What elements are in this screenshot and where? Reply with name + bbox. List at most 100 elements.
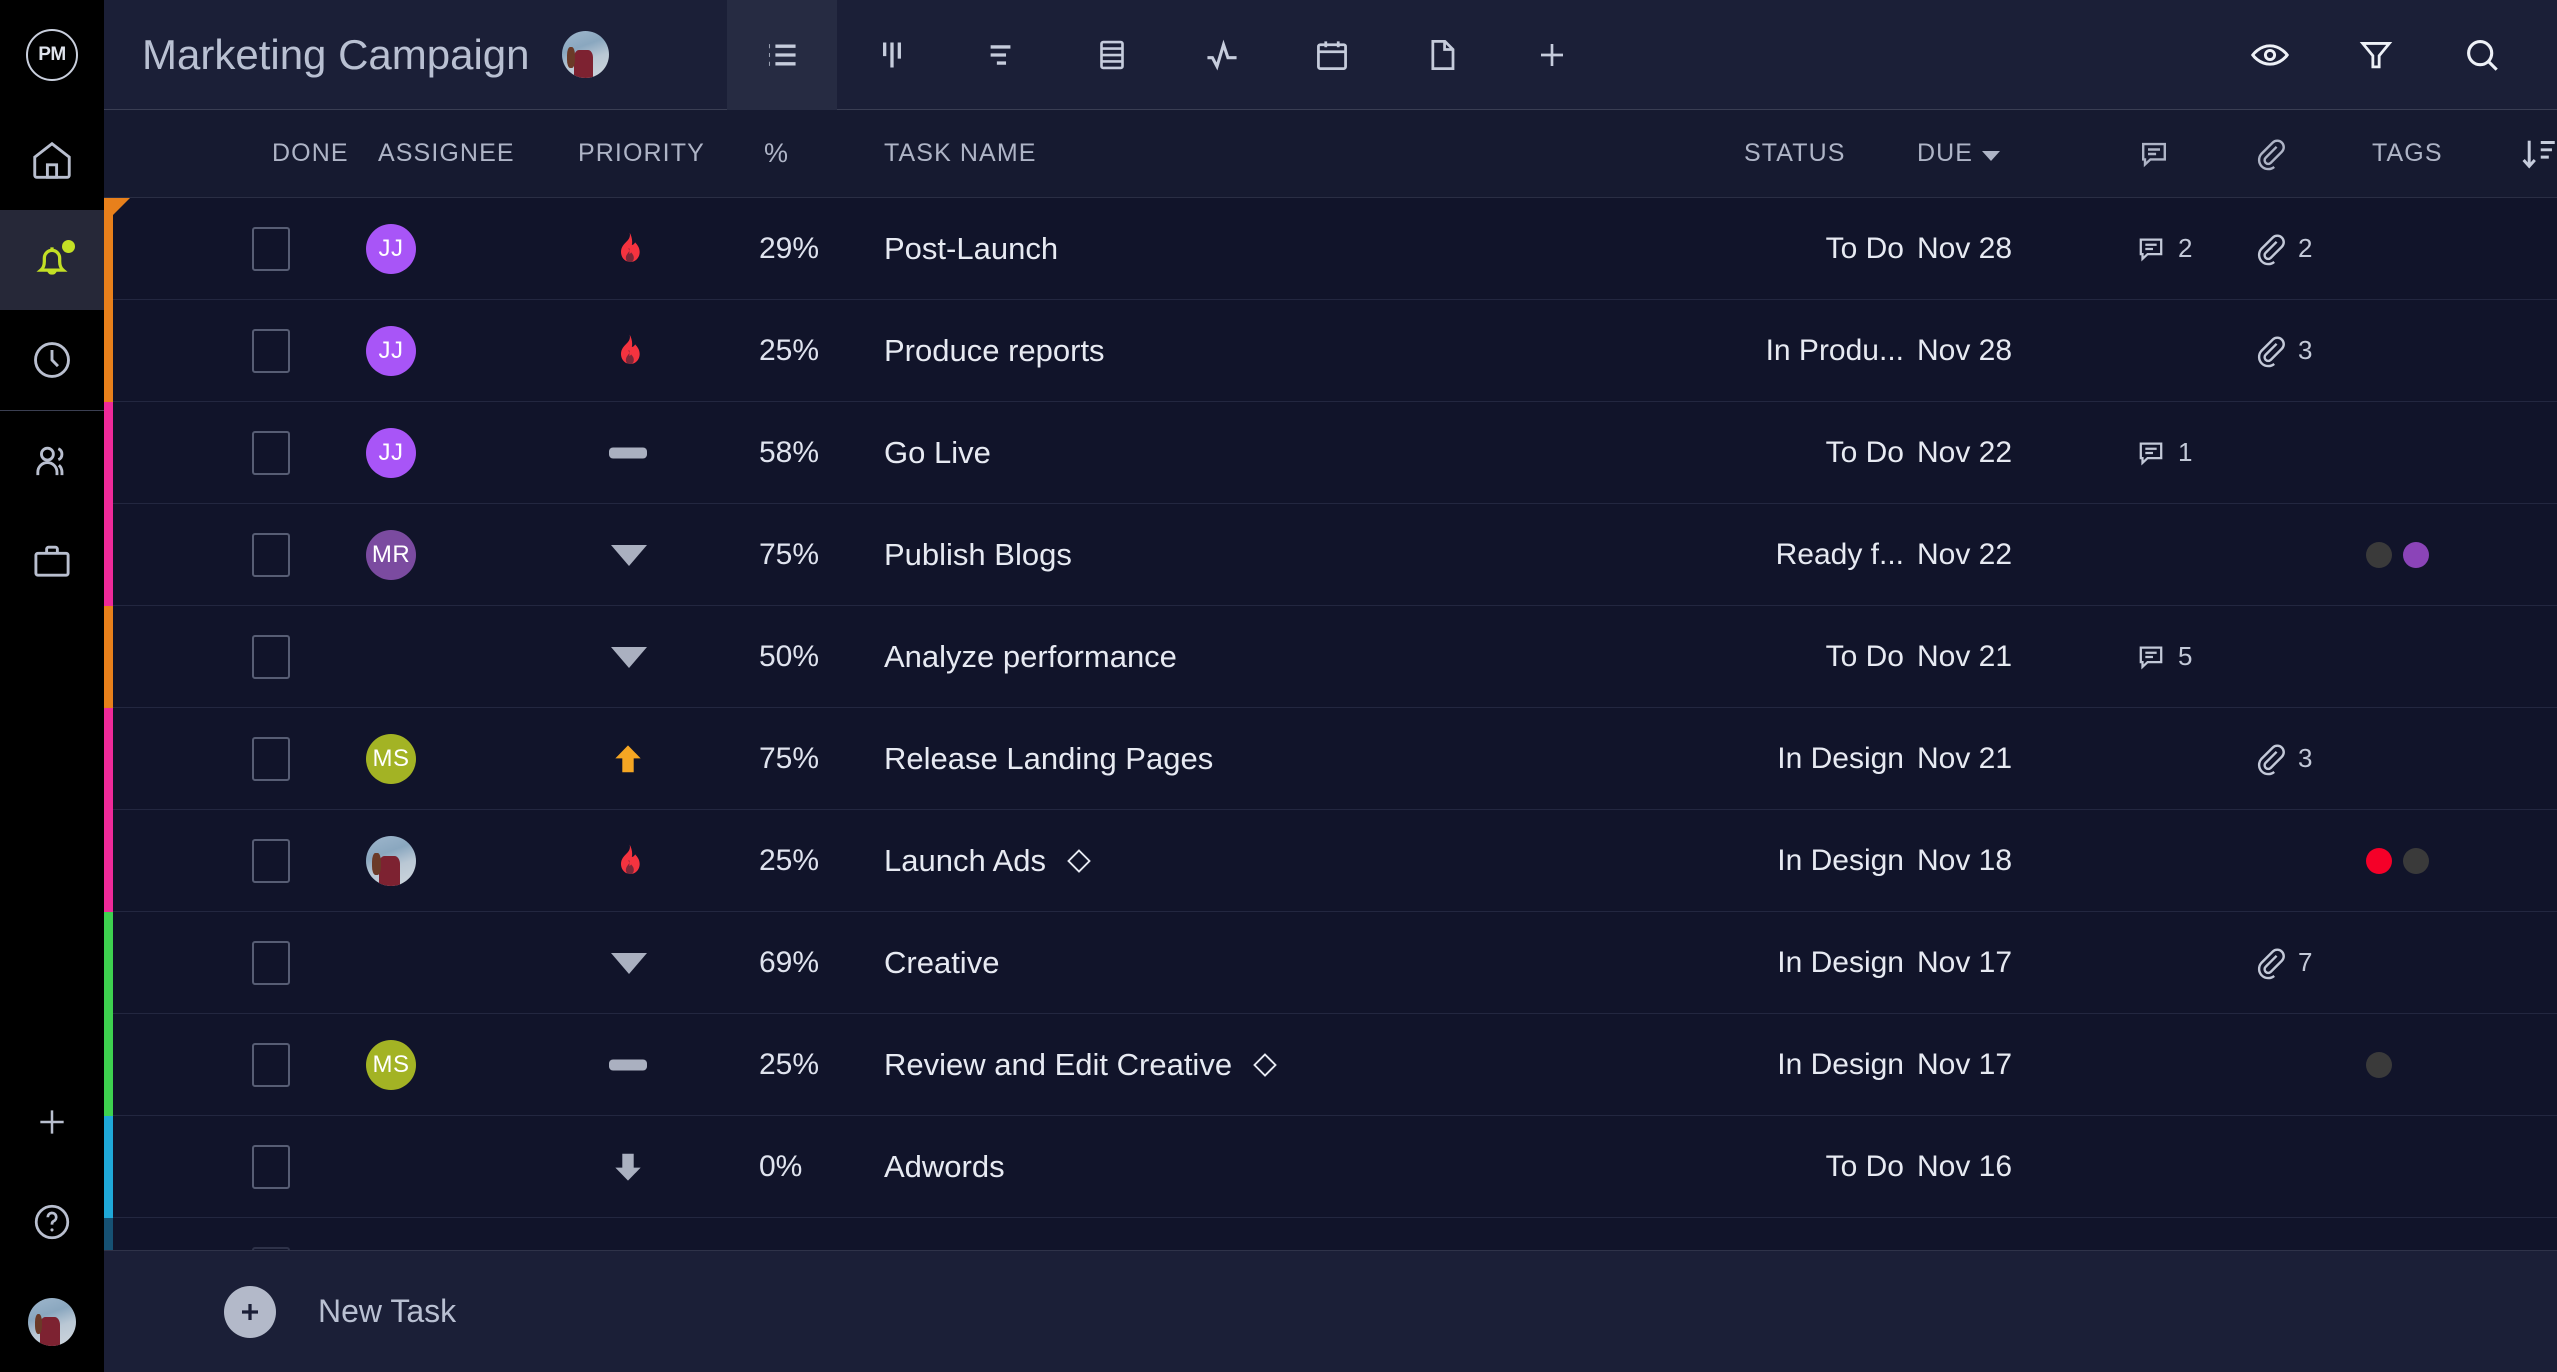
column-header-priority[interactable]: PRIORITY bbox=[578, 139, 705, 168]
tab-list-view[interactable] bbox=[727, 0, 837, 110]
sidebar-item-timesheets[interactable] bbox=[0, 310, 104, 410]
row-comments[interactable]: 2 bbox=[2134, 198, 2192, 300]
filter-button[interactable] bbox=[2323, 0, 2429, 110]
table-row[interactable]: JJ25%Produce reportsIn Produ...Nov 283 bbox=[104, 300, 2557, 402]
row-priority-icon-wrap[interactable] bbox=[609, 912, 649, 1014]
row-tags[interactable] bbox=[2366, 848, 2429, 874]
sidebar-item-people[interactable] bbox=[0, 411, 104, 511]
column-header-comments[interactable] bbox=[2136, 136, 2172, 172]
row-done-checkbox[interactable] bbox=[252, 1247, 290, 1251]
sidebar-item-add[interactable] bbox=[0, 1072, 104, 1172]
row-done-checkbox[interactable] bbox=[252, 329, 290, 373]
row-percent[interactable]: 0% bbox=[759, 1150, 802, 1184]
row-priority-icon-wrap[interactable] bbox=[609, 708, 647, 810]
row-due-date[interactable]: Nov 21 bbox=[1917, 742, 2012, 776]
row-priority-icon-wrap[interactable] bbox=[609, 606, 649, 708]
row-assignees[interactable]: JJW bbox=[366, 428, 444, 478]
row-percent[interactable]: 58% bbox=[759, 436, 819, 470]
row-due-date[interactable]: Nov 18 bbox=[1917, 844, 2012, 878]
row-done-checkbox[interactable] bbox=[252, 1145, 290, 1189]
sidebar-item-home[interactable] bbox=[0, 110, 104, 210]
row-priority-icon-wrap[interactable] bbox=[609, 198, 649, 300]
row-task-name[interactable]: Adwords bbox=[884, 1149, 1005, 1185]
table-row[interactable]: 69%CreativeIn DesignNov 177 bbox=[104, 912, 2557, 1014]
row-task-name[interactable]: Publish Blogs bbox=[884, 537, 1072, 573]
column-header-attachments[interactable] bbox=[2252, 136, 2288, 172]
tab-board-view[interactable] bbox=[837, 0, 947, 110]
row-status[interactable]: In Design bbox=[1777, 742, 1904, 776]
table-row[interactable]: 0%Build adsTo DoNov 16 bbox=[104, 1218, 2557, 1250]
row-percent[interactable]: 25% bbox=[759, 844, 819, 878]
row-percent[interactable]: 25% bbox=[759, 1048, 819, 1082]
row-done-checkbox[interactable] bbox=[252, 431, 290, 475]
row-assignees[interactable]: JJ bbox=[366, 326, 416, 376]
project-owner-avatar[interactable] bbox=[562, 31, 609, 78]
row-task-name[interactable]: Post-Launch bbox=[884, 231, 1058, 267]
column-header-percent[interactable]: % bbox=[764, 138, 789, 169]
row-tags[interactable] bbox=[2366, 542, 2429, 568]
row-done-checkbox[interactable] bbox=[252, 533, 290, 577]
new-task-bar[interactable]: New Task bbox=[104, 1250, 2557, 1372]
tab-activity-view[interactable] bbox=[1167, 0, 1277, 110]
table-row[interactable]: MS 75% Release Landing Pages In Design Nov 2… bbox=[104, 708, 2557, 810]
sidebar-item-help[interactable] bbox=[0, 1172, 104, 1272]
row-percent[interactable]: 69% bbox=[759, 946, 819, 980]
row-assignees[interactable] bbox=[366, 836, 416, 886]
row-due-date[interactable]: Nov 17 bbox=[1917, 1048, 2012, 1082]
row-attachments[interactable]: 3 bbox=[2252, 300, 2312, 402]
row-due-date[interactable]: Nov 22 bbox=[1917, 538, 2012, 572]
row-attachments[interactable]: 7 bbox=[2252, 912, 2312, 1014]
row-status[interactable]: In Design bbox=[1777, 844, 1904, 878]
row-due-date[interactable]: Nov 28 bbox=[1917, 334, 2012, 368]
row-status[interactable]: To Do bbox=[1826, 436, 1904, 470]
row-done-checkbox[interactable] bbox=[252, 227, 290, 271]
row-task-name[interactable]: Release Landing Pages bbox=[884, 741, 1213, 777]
table-row[interactable]: MS25%Review and Edit CreativeIn DesignNo… bbox=[104, 1014, 2557, 1116]
sidebar-item-profile[interactable] bbox=[0, 1272, 104, 1372]
row-due-date[interactable]: Nov 28 bbox=[1917, 232, 2012, 266]
row-due-date[interactable]: Nov 16 bbox=[1917, 1150, 2012, 1184]
sort-button[interactable] bbox=[2518, 133, 2557, 175]
table-row[interactable]: 25% Launch Ads In Design Nov 18 bbox=[104, 810, 2557, 912]
row-done-checkbox[interactable] bbox=[252, 1043, 290, 1087]
row-attachments[interactable]: 3 bbox=[2252, 708, 2312, 810]
row-task-name[interactable]: Analyze performance bbox=[884, 639, 1177, 675]
plus-circle-icon[interactable] bbox=[224, 1286, 276, 1338]
row-status[interactable]: To Do bbox=[1826, 640, 1904, 674]
column-header-done[interactable]: DONE bbox=[272, 139, 349, 168]
row-percent[interactable]: 50% bbox=[759, 640, 819, 674]
row-task-name[interactable]: Launch Ads bbox=[884, 843, 1094, 879]
row-percent[interactable]: 25% bbox=[759, 334, 819, 368]
row-done-checkbox[interactable] bbox=[252, 737, 290, 781]
table-row[interactable]: 50%Analyze performanceTo DoNov 215 bbox=[104, 606, 2557, 708]
table-row[interactable]: JJW58%Go LiveTo DoNov 221 bbox=[104, 402, 2557, 504]
row-assignees[interactable]: MS bbox=[366, 734, 416, 784]
tab-gantt-view[interactable] bbox=[947, 0, 1057, 110]
tab-calendar-view[interactable] bbox=[1277, 0, 1387, 110]
tab-files-view[interactable] bbox=[1387, 0, 1497, 110]
row-percent[interactable]: 75% bbox=[759, 742, 819, 776]
row-priority-icon-wrap[interactable] bbox=[609, 1116, 647, 1218]
row-done-checkbox[interactable] bbox=[252, 635, 290, 679]
row-task-name[interactable]: Go Live bbox=[884, 435, 991, 471]
search-button[interactable] bbox=[2429, 0, 2535, 110]
column-header-tags[interactable]: TAGS bbox=[2372, 139, 2443, 168]
row-priority-icon-wrap[interactable] bbox=[609, 402, 647, 504]
row-task-name[interactable]: Produce reports bbox=[884, 333, 1105, 369]
row-assignees[interactable]: JJ bbox=[366, 224, 416, 274]
row-tags[interactable] bbox=[2366, 1052, 2392, 1078]
row-status[interactable]: To Do bbox=[1826, 232, 1904, 266]
row-status[interactable]: In Design bbox=[1777, 946, 1904, 980]
tab-add-view[interactable] bbox=[1497, 0, 1607, 110]
row-comments[interactable]: 5 bbox=[2134, 606, 2192, 708]
row-due-date[interactable]: Nov 22 bbox=[1917, 436, 2012, 470]
tab-table-view[interactable] bbox=[1057, 0, 1167, 110]
row-status[interactable]: To Do bbox=[1826, 1150, 1904, 1184]
row-attachments[interactable]: 2 bbox=[2252, 198, 2312, 300]
table-row[interactable]: JJ29%Post-LaunchTo DoNov 2822 bbox=[104, 198, 2557, 300]
task-list[interactable]: JJ29%Post-LaunchTo DoNov 2822JJ25%Produc… bbox=[104, 198, 2557, 1250]
column-header-due[interactable]: DUE bbox=[1917, 139, 2001, 168]
table-row[interactable]: 0% Adwords To Do Nov 16 bbox=[104, 1116, 2557, 1218]
sidebar-item-portfolio[interactable] bbox=[0, 511, 104, 611]
row-task-name[interactable]: Review and Edit Creative bbox=[884, 1047, 1280, 1083]
